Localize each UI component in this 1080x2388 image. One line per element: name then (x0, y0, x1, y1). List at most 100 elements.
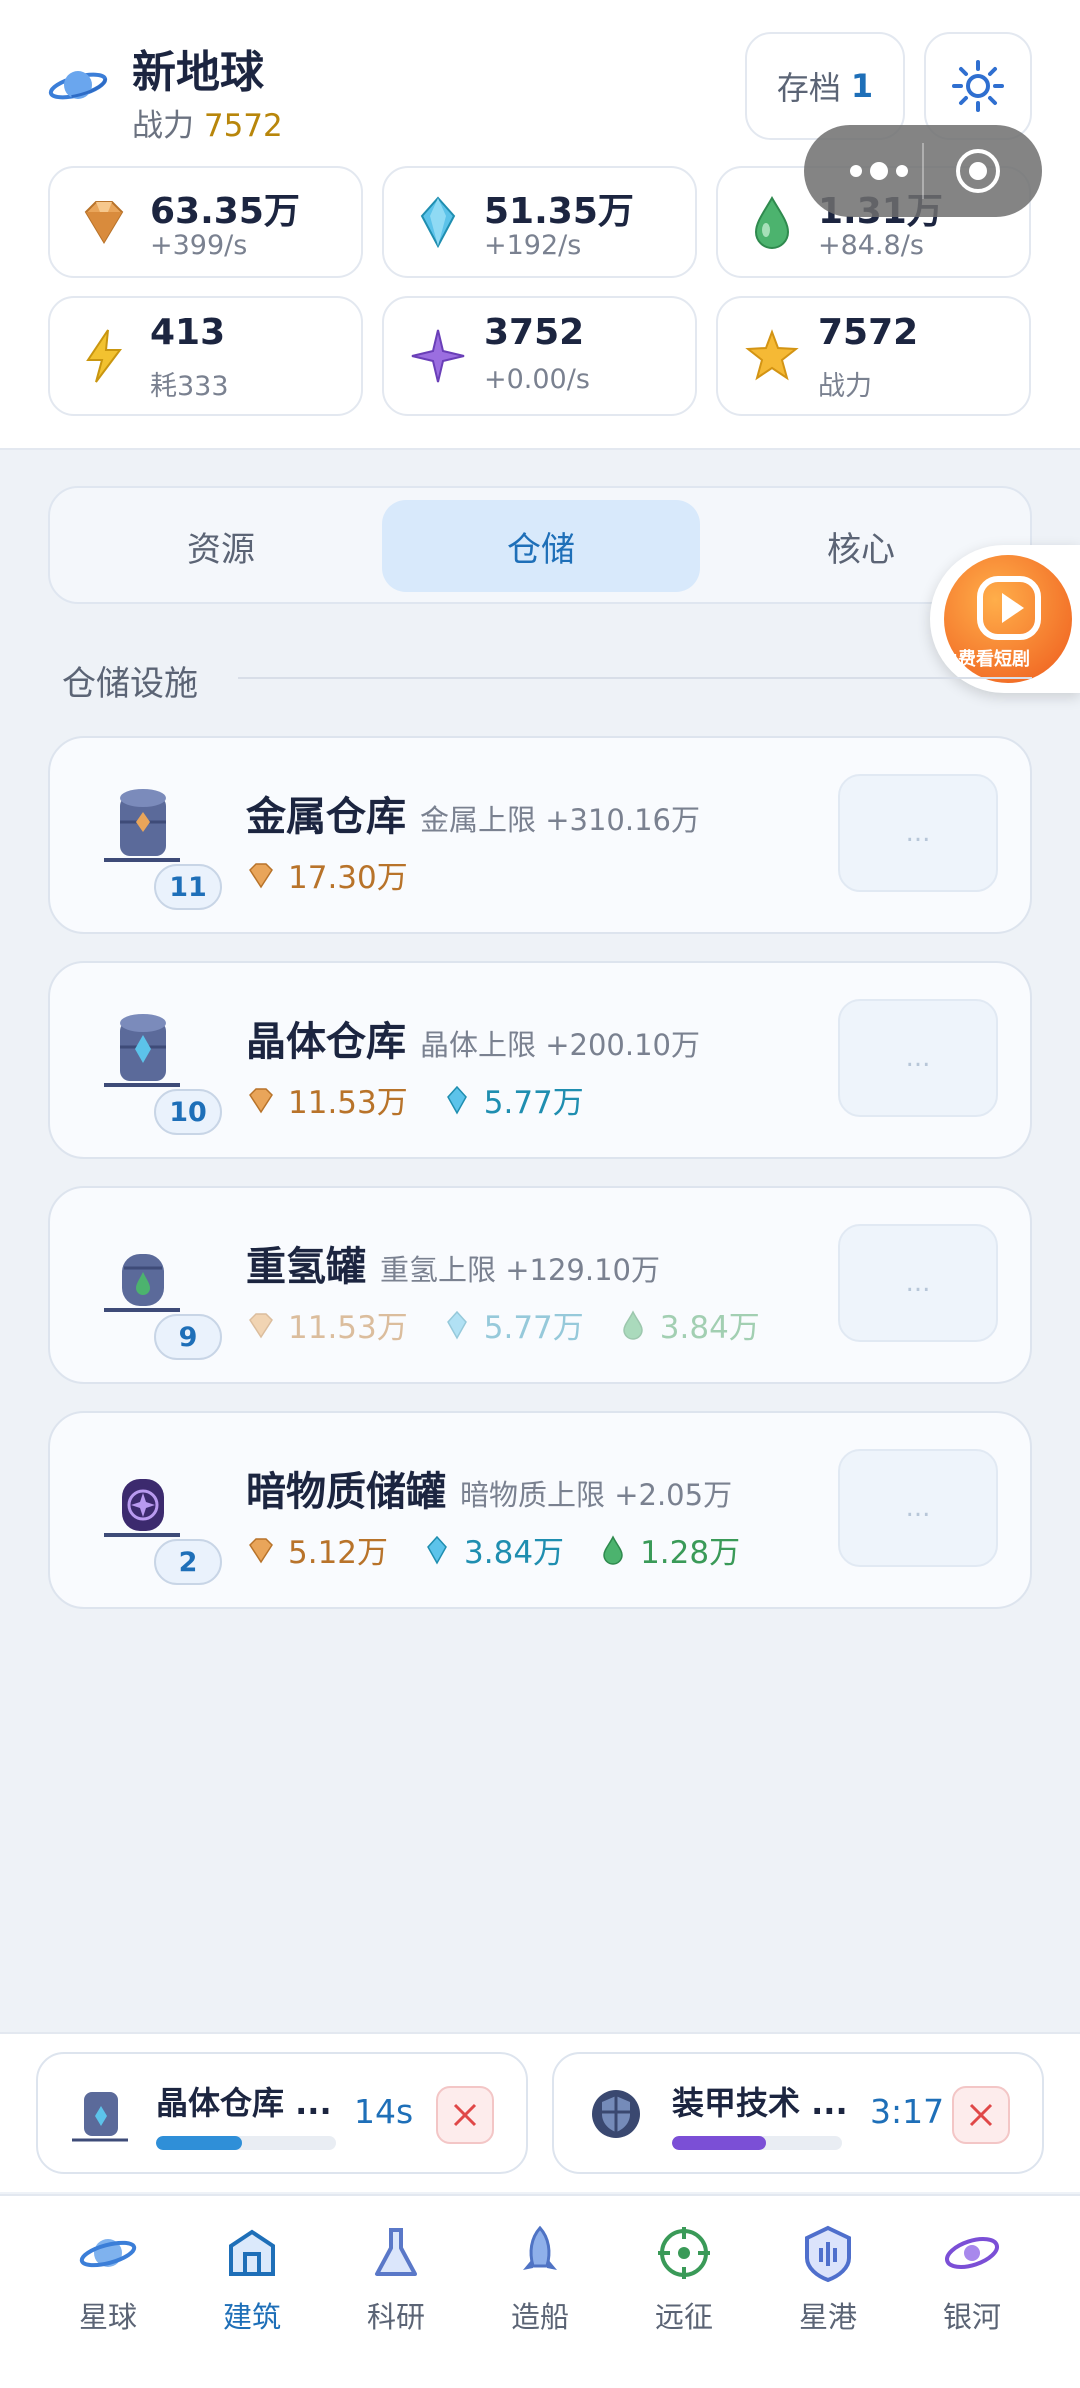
cost-list: 11.53万 5.77万 3.84万 (246, 1302, 760, 1347)
metal-gem-icon (249, 1312, 273, 1338)
flask-icon (375, 2228, 417, 2276)
building-name-row: 金属仓库 金属上限 +310.16万 (246, 784, 700, 842)
armor-shield-icon (592, 2090, 640, 2138)
cost-deuterium: 3.84万 (618, 1302, 760, 1347)
cost-metal: 17.30万 (246, 852, 408, 897)
nav-item-building[interactable]: 建筑 (180, 2222, 324, 2342)
floating-video-button[interactable]: 免费看短剧 (930, 545, 1080, 693)
close-target-icon[interactable] (954, 147, 1002, 195)
header: 新地球 战力 7572 存档 1 63.35万 +399/s 51.35万 +1… (0, 0, 1080, 450)
building-card-deuterium-tank[interactable]: 9 重氢罐 重氢上限 +129.10万 11.53万 5.77万 3.84万 ..… (48, 1186, 1032, 1384)
close-icon (453, 2103, 477, 2127)
more-dots-icon[interactable] (834, 147, 924, 195)
more-button[interactable]: ... (838, 1224, 998, 1342)
nav-item-planet[interactable]: 星球 (36, 2222, 180, 2342)
deuterium-drop-icon (603, 1534, 623, 1565)
crystal-icon (427, 1535, 447, 1565)
cancel-button[interactable] (952, 2086, 1010, 2144)
building-effect: 暗物质上限 +2.05万 (460, 1478, 733, 1512)
cost-metal: 5.12万 (246, 1527, 388, 1572)
nav-item-galaxy[interactable]: 银河 (900, 2222, 1044, 2342)
metal-gem-icon (249, 1537, 273, 1563)
tab-bar: 资源 仓储 核心 (48, 486, 1032, 604)
metal-gem-icon (249, 862, 273, 888)
energy-bolt-icon (86, 329, 122, 383)
metal-gem-icon (84, 201, 124, 244)
building-name: 暗物质储罐 (246, 1469, 446, 1515)
queue-item-building[interactable]: 晶体仓库 ... 14s (36, 2052, 528, 2174)
save-button[interactable]: 存档 1 (745, 32, 905, 140)
building-card-crystal-storage[interactable]: 10 晶体仓库 晶体上限 +200.10万 11.53万 5.77万 ... (48, 961, 1032, 1159)
nav-item-expedition[interactable]: 远征 (612, 2222, 756, 2342)
planet-icon (79, 2239, 137, 2268)
building-effect: 金属上限 +310.16万 (420, 803, 700, 837)
queue-progress-bar (156, 2136, 336, 2150)
queue-item-research[interactable]: 装甲技术 ... 3:17 (552, 2052, 1044, 2174)
resource-value: 3752 (484, 312, 585, 353)
cost-deuterium: 1.28万 (598, 1527, 740, 1572)
nav-item-shipyard[interactable]: 造船 (468, 2222, 612, 2342)
resource-rate: +0.00/s (484, 364, 590, 395)
resource-card-crystal: 51.35万 +192/s (382, 166, 697, 278)
resource-card-energy: 413 耗333 (48, 296, 363, 416)
cost-value: 17.30万 (288, 860, 408, 896)
dark-matter-tank-icon (104, 1479, 180, 1537)
resource-rate: +84.8/s (818, 230, 924, 261)
cost-list: 17.30万 (246, 852, 408, 897)
deuterium-tank-icon (104, 1254, 180, 1312)
more-button[interactable]: ... (838, 1449, 998, 1567)
building-card-metal-storage[interactable]: 11 金属仓库 金属上限 +310.16万 17.30万 ... (48, 736, 1032, 934)
queue-progress-fill (672, 2136, 766, 2150)
cost-value: 5.77万 (483, 1085, 584, 1121)
save-label: 存档 (776, 69, 841, 107)
nav-item-research[interactable]: 科研 (324, 2222, 468, 2342)
resource-card-metal: 63.35万 +399/s (48, 166, 363, 278)
resource-value: 51.35万 (484, 191, 634, 232)
tab-storage[interactable]: 仓储 (382, 500, 700, 592)
more-button[interactable]: ... (838, 774, 998, 892)
queue-progress-fill (156, 2136, 243, 2150)
more-button[interactable]: ... (838, 999, 998, 1117)
crystal-icon (446, 1085, 467, 1115)
section-title: 仓储设施 (62, 664, 198, 704)
cost-list: 5.12万 3.84万 1.28万 (246, 1527, 740, 1572)
resource-card-dark-matter: 3752 +0.00/s (382, 296, 697, 416)
nav-item-starport[interactable]: 星港 (756, 2222, 900, 2342)
mini-program-capsule (804, 125, 1042, 217)
cost-metal: 11.53万 (246, 1077, 408, 1122)
queue-time: 3:17 (870, 2092, 945, 2131)
level-badge: 9 (154, 1314, 222, 1360)
dark-matter-star-icon (411, 329, 465, 383)
level-badge: 10 (154, 1089, 222, 1135)
theme-toggle-button[interactable] (924, 32, 1032, 140)
building-name-row: 晶体仓库 晶体上限 +200.10万 (246, 1009, 700, 1067)
power-display: 战力 7572 (132, 100, 283, 145)
building-card-dark-matter-tank[interactable]: 2 暗物质储罐 暗物质上限 +2.05万 5.12万 3.84万 1.28万 ..… (48, 1411, 1032, 1609)
queue-time: 14s (354, 2092, 414, 2131)
nav-label: 星港 (798, 2300, 857, 2334)
cost-value: 11.53万 (288, 1310, 408, 1346)
metal-storage-icon (104, 789, 180, 862)
planet-icon (48, 71, 108, 100)
cost-crystal: 5.77万 (442, 1302, 584, 1347)
nav-label: 星球 (78, 2300, 137, 2334)
resource-rate: 耗333 (150, 371, 229, 402)
play-icon (977, 576, 1041, 640)
deuterium-drop-icon (623, 1309, 643, 1340)
bottom-nav: 星球 建筑 科研 造船 远征 星港 银河 (0, 2194, 1080, 2388)
cost-value: 11.53万 (288, 1085, 408, 1121)
tab-resources[interactable]: 资源 (62, 500, 380, 592)
cancel-button[interactable] (436, 2086, 494, 2144)
cost-value: 3.84万 (464, 1535, 565, 1571)
cost-list: 11.53万 5.77万 (246, 1077, 584, 1122)
nav-label: 建筑 (222, 2300, 281, 2334)
close-icon (969, 2103, 993, 2127)
nav-label: 远征 (654, 2300, 713, 2334)
starport-icon (805, 2225, 851, 2283)
queue-progress-bar (672, 2136, 842, 2150)
section-divider (238, 677, 1032, 679)
crystal-storage-icon (104, 1014, 180, 1087)
resource-value: 63.35万 (150, 191, 300, 232)
galaxy-icon (944, 2237, 1000, 2269)
building-name: 重氢罐 (246, 1244, 366, 1290)
